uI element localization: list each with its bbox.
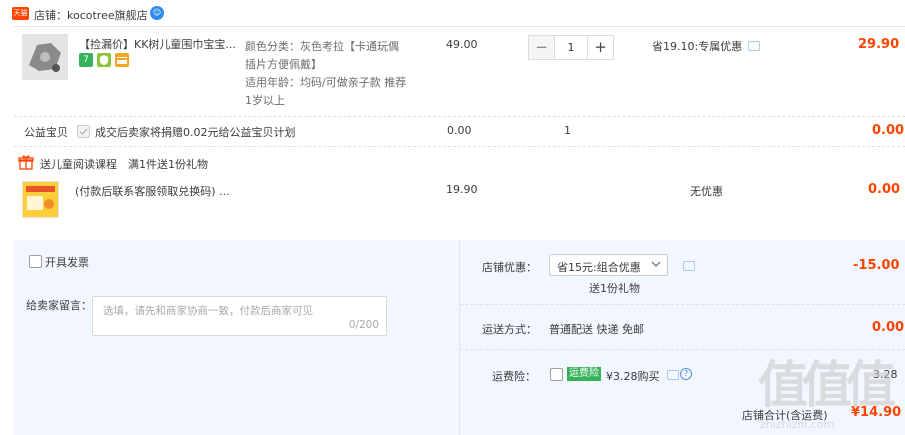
promo-message-icon[interactable] [683,261,695,271]
insurance-price: ¥3.28购买 [606,370,660,383]
gift-price: 19.90 [446,183,478,196]
chevron-down-icon [651,258,661,273]
seller-message-input[interactable]: 选填，请先和商家协商一致，付款后商家可见 0/200 [92,296,387,336]
shop-name-link[interactable]: 店铺：kocotree旗舰店 [34,7,148,23]
attr-color-label: 颜色分类： [245,40,300,53]
gift-title-link[interactable]: (付款后联系客服领取兑换码) ... [75,183,230,199]
attr-color-line2: 插片方便佩戴】 [245,58,322,71]
charity-qty: 1 [564,124,571,137]
quantity-increase-button[interactable]: + [588,36,613,59]
gift-subtotal: 0.00 [868,182,901,197]
charity-subtotal: 0.00 [872,123,905,138]
insurance-message-icon[interactable] [667,370,679,380]
invoice-label: 开具发票 [45,256,89,269]
insurance-label: 运费险： [492,370,536,383]
watermark-logo: 值值值 [758,356,896,414]
item-discount: 省19.10:专属优惠 [652,40,743,53]
row-divider [460,304,905,305]
shipping-amount: 0.00 [872,320,905,335]
guarantee-icon[interactable] [97,53,111,67]
charity-checkbox [77,125,90,138]
promo-selected-value: 省15元:组合优惠 [557,261,641,274]
seven-day-return-icon[interactable]: 7 [79,53,93,67]
gift-thumbnail[interactable] [22,181,59,218]
row-divider [14,116,905,117]
message-label: 给卖家留言： [26,299,92,312]
promo-label: 店铺优惠： [482,261,537,274]
shipping-method: 普通配送 快递 免邮 [549,323,644,336]
message-counter: 0/200 [348,319,379,331]
charity-text: 成交后卖家将捐赠0.02元给公益宝贝计划 [95,126,296,139]
insurance-checkbox[interactable] [550,368,563,381]
promo-select[interactable]: 省15元:组合优惠 [549,254,668,276]
insurance-tag: 运费险 [567,367,601,381]
watermark-url: zhizhizhi.com [760,418,835,431]
attr-age-label: 适用年龄： [245,76,300,89]
gift-campaign-rule: 满1件送1份礼物 [128,158,208,171]
attr-color: 颜色分类：灰色考拉【卡通玩偶 [245,38,399,54]
row-divider [14,146,905,147]
charity-label: 公益宝贝 [24,126,68,139]
promo-gift-note: 送1份礼物 [589,282,640,295]
product-thumbnail[interactable] [22,34,68,80]
shipping-label: 运送方式： [482,323,537,336]
quantity-stepper: − 1 + [528,35,614,60]
header-divider [14,26,905,27]
quantity-decrease-button[interactable]: − [529,36,554,59]
tmall-badge-icon: 天猫 [12,7,29,20]
gift-icon [18,154,34,170]
gift-discount: 无优惠 [690,185,723,198]
message-icon[interactable] [748,41,760,51]
unit-price: 49.00 [446,38,478,51]
quantity-input[interactable]: 1 [554,36,588,59]
charity-price: 0.00 [447,124,472,137]
message-placeholder: 选填，请先和商家协商一致，付款后商家可见 [103,305,313,317]
product-title-link[interactable]: 【捡漏价】KK树儿童围巾宝宝... [79,36,239,52]
attr-age: 适用年龄：均码/可做亲子款 推荐 [245,74,406,90]
attr-age-value: 均码/可做亲子款 推荐 [300,76,407,89]
panel-divider [459,240,460,435]
gift-campaign-label: 送儿童阅读课程 [40,158,117,171]
item-subtotal: 29.90 [858,37,900,52]
service-icons: 7 [79,53,129,67]
attr-color-value: 灰色考拉【卡通玩偶 [300,40,399,53]
wangwang-chat-icon[interactable]: ☺ [150,6,164,20]
credit-card-icon[interactable] [115,53,129,67]
attr-age-line2: 1岁以上 [245,94,285,107]
promo-amount: -15.00 [853,258,900,273]
invoice-checkbox[interactable] [29,255,42,268]
help-icon[interactable]: ? [680,368,692,380]
